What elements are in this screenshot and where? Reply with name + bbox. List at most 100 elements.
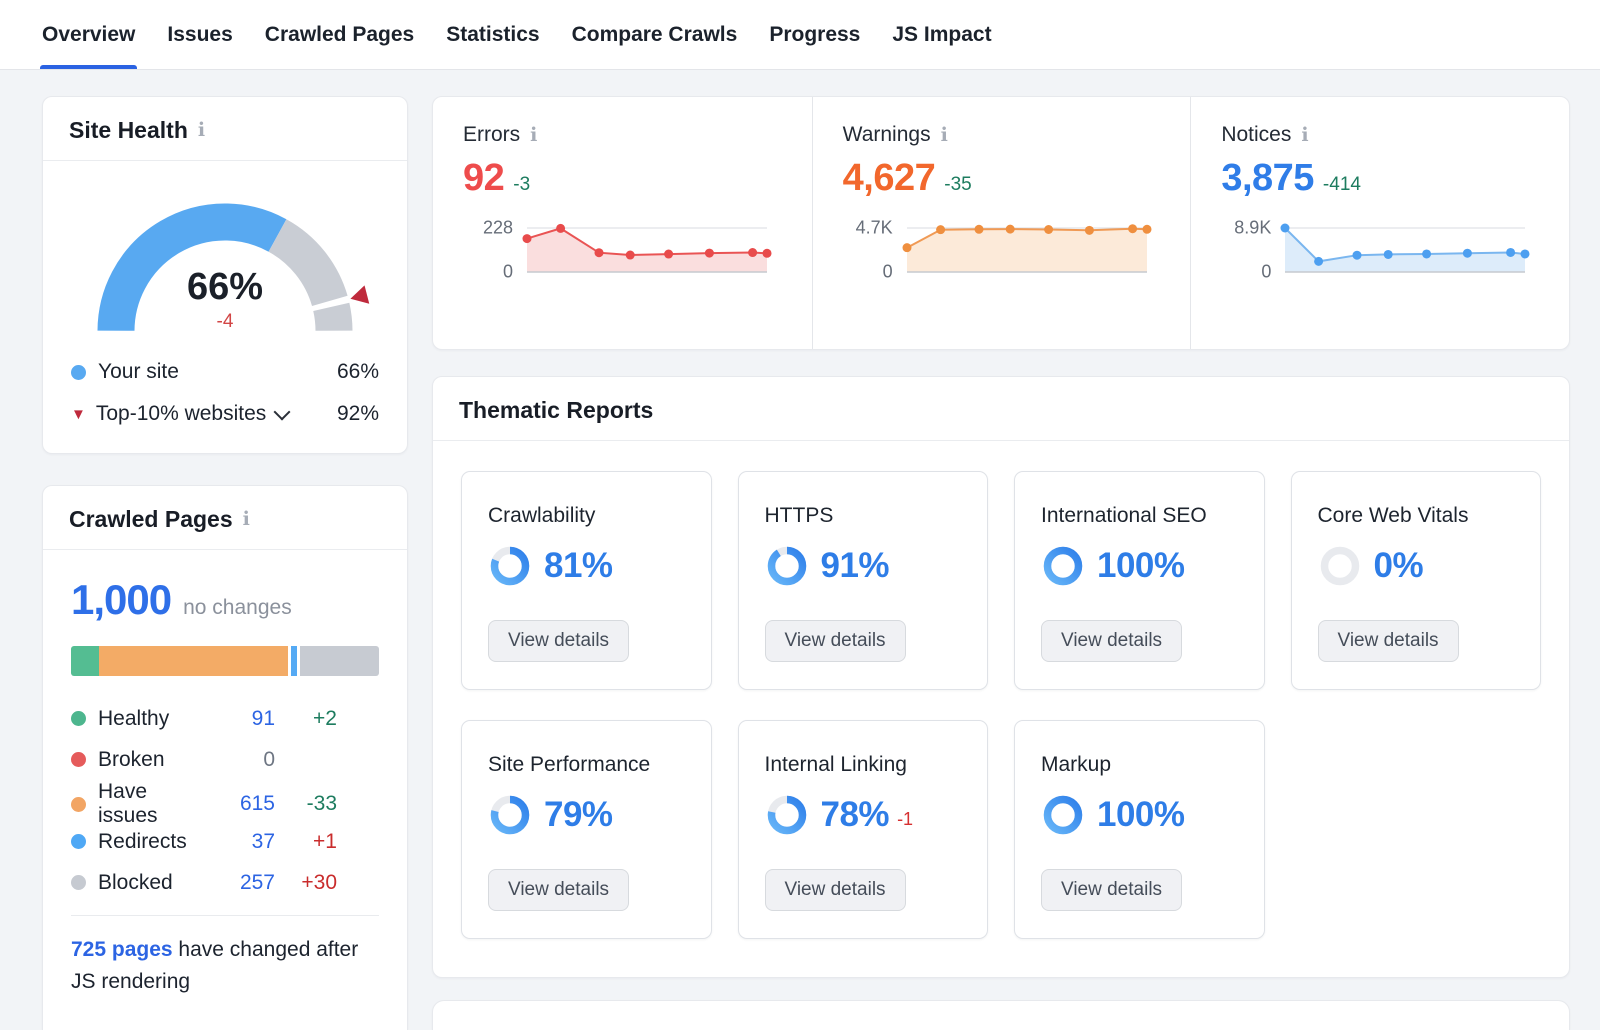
legend-dot-icon <box>71 875 86 890</box>
bar-segment-blocked[interactable] <box>300 646 379 676</box>
legend-row-your-site: Your site 66% <box>71 351 379 393</box>
legend-label: Healthy <box>98 707 169 731</box>
y-axis-max-label: 4.7K <box>856 218 893 239</box>
sparkline-chart <box>1279 218 1531 280</box>
crawled-pages-legend-row: Broken 0 <box>71 739 379 780</box>
legend-label: Blocked <box>98 871 173 895</box>
legend-label: Top-10% websites <box>96 402 266 426</box>
view-details-button[interactable]: View details <box>765 869 906 911</box>
donut-chart <box>1041 544 1085 588</box>
crawled-pages-legend-row: Healthy 91 +2 <box>71 698 379 739</box>
info-icon[interactable]: i <box>941 126 948 145</box>
nav-tab-label: JS Impact <box>892 23 991 47</box>
thematic-card-title: International SEO <box>1041 504 1238 528</box>
crawled-pages-title: Crawled Pages <box>69 506 233 533</box>
crawled-pages-total-note: no changes <box>183 596 292 620</box>
site-health-panel: Site Health i 66%-4 Your site 66% ▼ Top-… <box>42 96 408 454</box>
view-details-button[interactable]: View details <box>1041 869 1182 911</box>
nav-tab[interactable]: Compare Crawls <box>572 0 738 69</box>
bar-segment-have-issues[interactable] <box>99 646 288 676</box>
metric-value: 3,875 <box>1221 157 1314 200</box>
legend-dot-icon <box>71 752 86 767</box>
legend-row-top10-websites: ▼ Top-10% websites 92% <box>71 393 379 435</box>
legend-dot-icon <box>71 834 86 849</box>
bar-segment-healthy[interactable] <box>71 646 99 676</box>
metric-title: Errors <box>463 123 520 147</box>
thematic-reports-panel: Thematic Reports Crawlability 81% View d… <box>432 376 1570 978</box>
legend-value-link[interactable]: 257 <box>211 871 275 895</box>
legend-label: Have issues <box>98 780 211 828</box>
metric-column: Errors i 92 -3 228 0 <box>433 97 812 349</box>
metric-column: Warnings i 4,627 -35 4.7K 0 <box>812 97 1191 349</box>
y-axis-max-label: 228 <box>483 218 513 239</box>
legend-label: Your site <box>98 360 179 384</box>
donut-chart <box>765 793 809 837</box>
legend-label: Broken <box>98 748 165 772</box>
nav-tab-label: Progress <box>769 23 860 47</box>
crawled-pages-panel: Crawled Pages i 1,000 no changes Healthy… <box>42 485 408 1030</box>
thematic-score: 81% <box>544 546 613 586</box>
nav-tab-label: Crawled Pages <box>265 23 414 47</box>
metric-value: 92 <box>463 157 504 200</box>
metric-delta: -414 <box>1323 174 1361 196</box>
nav-tab-label: Compare Crawls <box>572 23 738 47</box>
y-axis-max-label: 8.9K <box>1234 218 1271 239</box>
thematic-card-title: Core Web Vitals <box>1318 504 1515 528</box>
thematic-card-title: Internal Linking <box>765 753 962 777</box>
legend-dot-icon <box>71 797 86 812</box>
metric-value: 4,627 <box>843 157 936 200</box>
thematic-score-delta: -1 <box>897 809 913 830</box>
y-axis-min-label: 0 <box>883 262 893 283</box>
info-icon[interactable]: i <box>1301 126 1308 145</box>
sparkline-y-axis: 8.9K 0 <box>1221 218 1271 280</box>
crawled-pages-total: 1,000 <box>71 576 171 624</box>
thematic-score: 79% <box>544 795 613 835</box>
thematic-score: 100% <box>1097 546 1185 586</box>
crawled-pages-legend-row: Blocked 257 +30 <box>71 862 379 903</box>
nav-tab[interactable]: Overview <box>42 0 135 69</box>
y-axis-min-label: 0 <box>503 262 513 283</box>
js-rendering-note: 725 pages have changed after JS renderin… <box>71 915 379 1011</box>
nav-tab[interactable]: Issues <box>167 0 232 69</box>
sparkline-chart <box>901 218 1153 280</box>
donut-chart <box>488 544 532 588</box>
legend-value-link[interactable]: 37 <box>211 830 275 854</box>
nav-tab-label: Statistics <box>446 23 539 47</box>
nav-tab-label: Issues <box>167 23 232 47</box>
legend-dot-icon <box>71 365 86 380</box>
info-icon[interactable]: i <box>243 510 250 529</box>
legend-value-link[interactable]: 91 <box>211 707 275 731</box>
nav-tab[interactable]: Statistics <box>446 0 539 69</box>
changed-pages-link[interactable]: 725 pages <box>71 938 173 961</box>
view-details-button[interactable]: View details <box>765 620 906 662</box>
thematic-card: International SEO 100% View details <box>1014 471 1265 690</box>
legend-delta: +1 <box>275 830 337 854</box>
thematic-card: Markup 100% View details <box>1014 720 1265 939</box>
metric-title: Notices <box>1221 123 1291 147</box>
metric-delta: -3 <box>513 174 530 196</box>
nav-tab[interactable]: JS Impact <box>892 0 991 69</box>
view-details-button[interactable]: View details <box>1041 620 1182 662</box>
legend-label: Redirects <box>98 830 187 854</box>
sparkline-y-axis: 228 0 <box>463 218 513 280</box>
view-details-button[interactable]: View details <box>1318 620 1459 662</box>
thematic-card-title: Crawlability <box>488 504 685 528</box>
nav-tab[interactable]: Progress <box>769 0 860 69</box>
thematic-score: 100% <box>1097 795 1185 835</box>
info-icon[interactable]: i <box>530 126 537 145</box>
view-details-button[interactable]: View details <box>488 620 629 662</box>
thematic-reports-title: Thematic Reports <box>459 397 653 424</box>
view-details-button[interactable]: View details <box>488 869 629 911</box>
crawled-pages-legend-row: Have issues 615 -33 <box>71 780 379 821</box>
thematic-card: Core Web Vitals 0% View details <box>1291 471 1542 690</box>
site-health-title: Site Health <box>69 117 188 144</box>
bar-segment-redirects[interactable] <box>288 646 299 676</box>
legend-value-link[interactable]: 615 <box>211 792 275 816</box>
nav-tab[interactable]: Crawled Pages <box>265 0 414 69</box>
chevron-down-icon[interactable] <box>274 404 291 421</box>
svg-text:66%: 66% <box>187 266 263 308</box>
legend-value: 66% <box>337 360 379 384</box>
info-icon[interactable]: i <box>198 121 205 140</box>
site-audit-tab-bar: Overview Issues Crawled Pages Statistics… <box>0 0 1600 70</box>
site-health-gauge-chart: 66%-4 <box>60 171 390 349</box>
